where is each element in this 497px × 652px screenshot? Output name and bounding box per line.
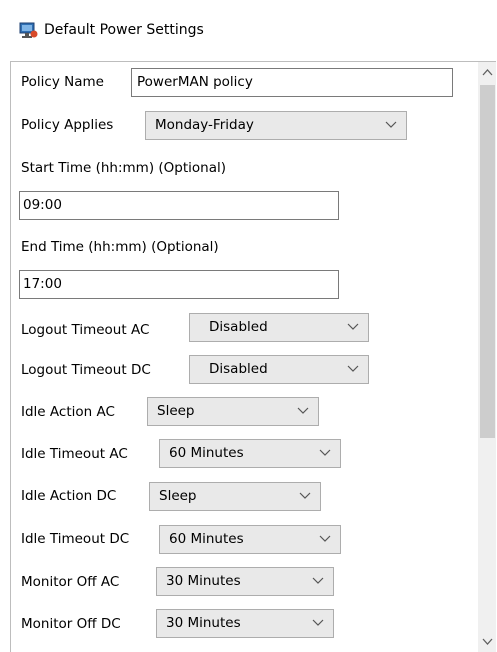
vertical-scrollbar[interactable] bbox=[478, 62, 496, 652]
chevron-down-icon bbox=[319, 449, 331, 456]
chevron-down-icon bbox=[319, 535, 331, 542]
logout-timeout-ac-label: Logout Timeout AC bbox=[21, 322, 150, 338]
chevron-down-icon bbox=[312, 619, 324, 626]
policy-applies-select[interactable]: Monday-Friday bbox=[145, 111, 407, 140]
policy-name-input[interactable]: PowerMAN policy bbox=[131, 68, 453, 97]
settings-panel: Policy Name PowerMAN policy Policy Appli… bbox=[10, 61, 496, 652]
policy-name-label: Policy Name bbox=[21, 74, 104, 90]
monitor-off-dc-label: Monitor Off DC bbox=[21, 616, 121, 632]
scroll-up-arrow-icon[interactable] bbox=[478, 62, 496, 84]
logout-timeout-ac-select[interactable]: Disabled bbox=[189, 313, 369, 342]
idle-timeout-ac-value: 60 Minutes bbox=[169, 445, 244, 461]
idle-timeout-dc-select[interactable]: 60 Minutes bbox=[159, 525, 341, 554]
idle-action-ac-label: Idle Action AC bbox=[21, 404, 115, 420]
scroll-down-arrow-icon[interactable] bbox=[478, 630, 496, 652]
end-time-label: End Time (hh:mm) (Optional) bbox=[21, 239, 219, 255]
chevron-down-icon bbox=[312, 577, 324, 584]
end-time-input[interactable]: 17:00 bbox=[19, 270, 339, 299]
start-time-label: Start Time (hh:mm) (Optional) bbox=[21, 160, 226, 176]
monitor-off-dc-select[interactable]: 30 Minutes bbox=[156, 609, 334, 638]
idle-action-dc-label: Idle Action DC bbox=[21, 488, 117, 504]
start-time-input[interactable]: 09:00 bbox=[19, 191, 339, 220]
idle-timeout-dc-value: 60 Minutes bbox=[169, 531, 244, 547]
scrollbar-thumb[interactable] bbox=[480, 85, 495, 438]
chevron-down-icon bbox=[347, 323, 359, 330]
idle-action-ac-select[interactable]: Sleep bbox=[147, 397, 319, 426]
monitor-off-ac-label: Monitor Off AC bbox=[21, 574, 120, 590]
logout-timeout-ac-value: Disabled bbox=[209, 319, 268, 335]
idle-action-ac-value: Sleep bbox=[157, 403, 195, 419]
policy-applies-label: Policy Applies bbox=[21, 117, 114, 133]
idle-timeout-ac-label: Idle Timeout AC bbox=[21, 446, 128, 462]
chevron-down-icon bbox=[299, 492, 311, 499]
window-title: Default Power Settings bbox=[44, 22, 204, 38]
idle-action-dc-value: Sleep bbox=[159, 488, 197, 504]
policy-applies-value: Monday-Friday bbox=[155, 117, 254, 133]
idle-timeout-dc-label: Idle Timeout DC bbox=[21, 531, 130, 547]
title-bar: Default Power Settings bbox=[0, 0, 497, 60]
monitor-off-ac-select[interactable]: 30 Minutes bbox=[156, 567, 334, 596]
idle-timeout-ac-select[interactable]: 60 Minutes bbox=[159, 439, 341, 468]
monitor-off-ac-value: 30 Minutes bbox=[166, 573, 241, 589]
chevron-down-icon bbox=[297, 407, 309, 414]
chevron-down-icon bbox=[347, 365, 359, 372]
logout-timeout-dc-label: Logout Timeout DC bbox=[21, 362, 151, 378]
idle-action-dc-select[interactable]: Sleep bbox=[149, 482, 321, 511]
logout-timeout-dc-select[interactable]: Disabled bbox=[189, 355, 369, 384]
chevron-down-icon bbox=[385, 121, 397, 128]
power-settings-icon bbox=[19, 22, 38, 38]
monitor-off-dc-value: 30 Minutes bbox=[166, 615, 241, 631]
logout-timeout-dc-value: Disabled bbox=[209, 361, 268, 377]
